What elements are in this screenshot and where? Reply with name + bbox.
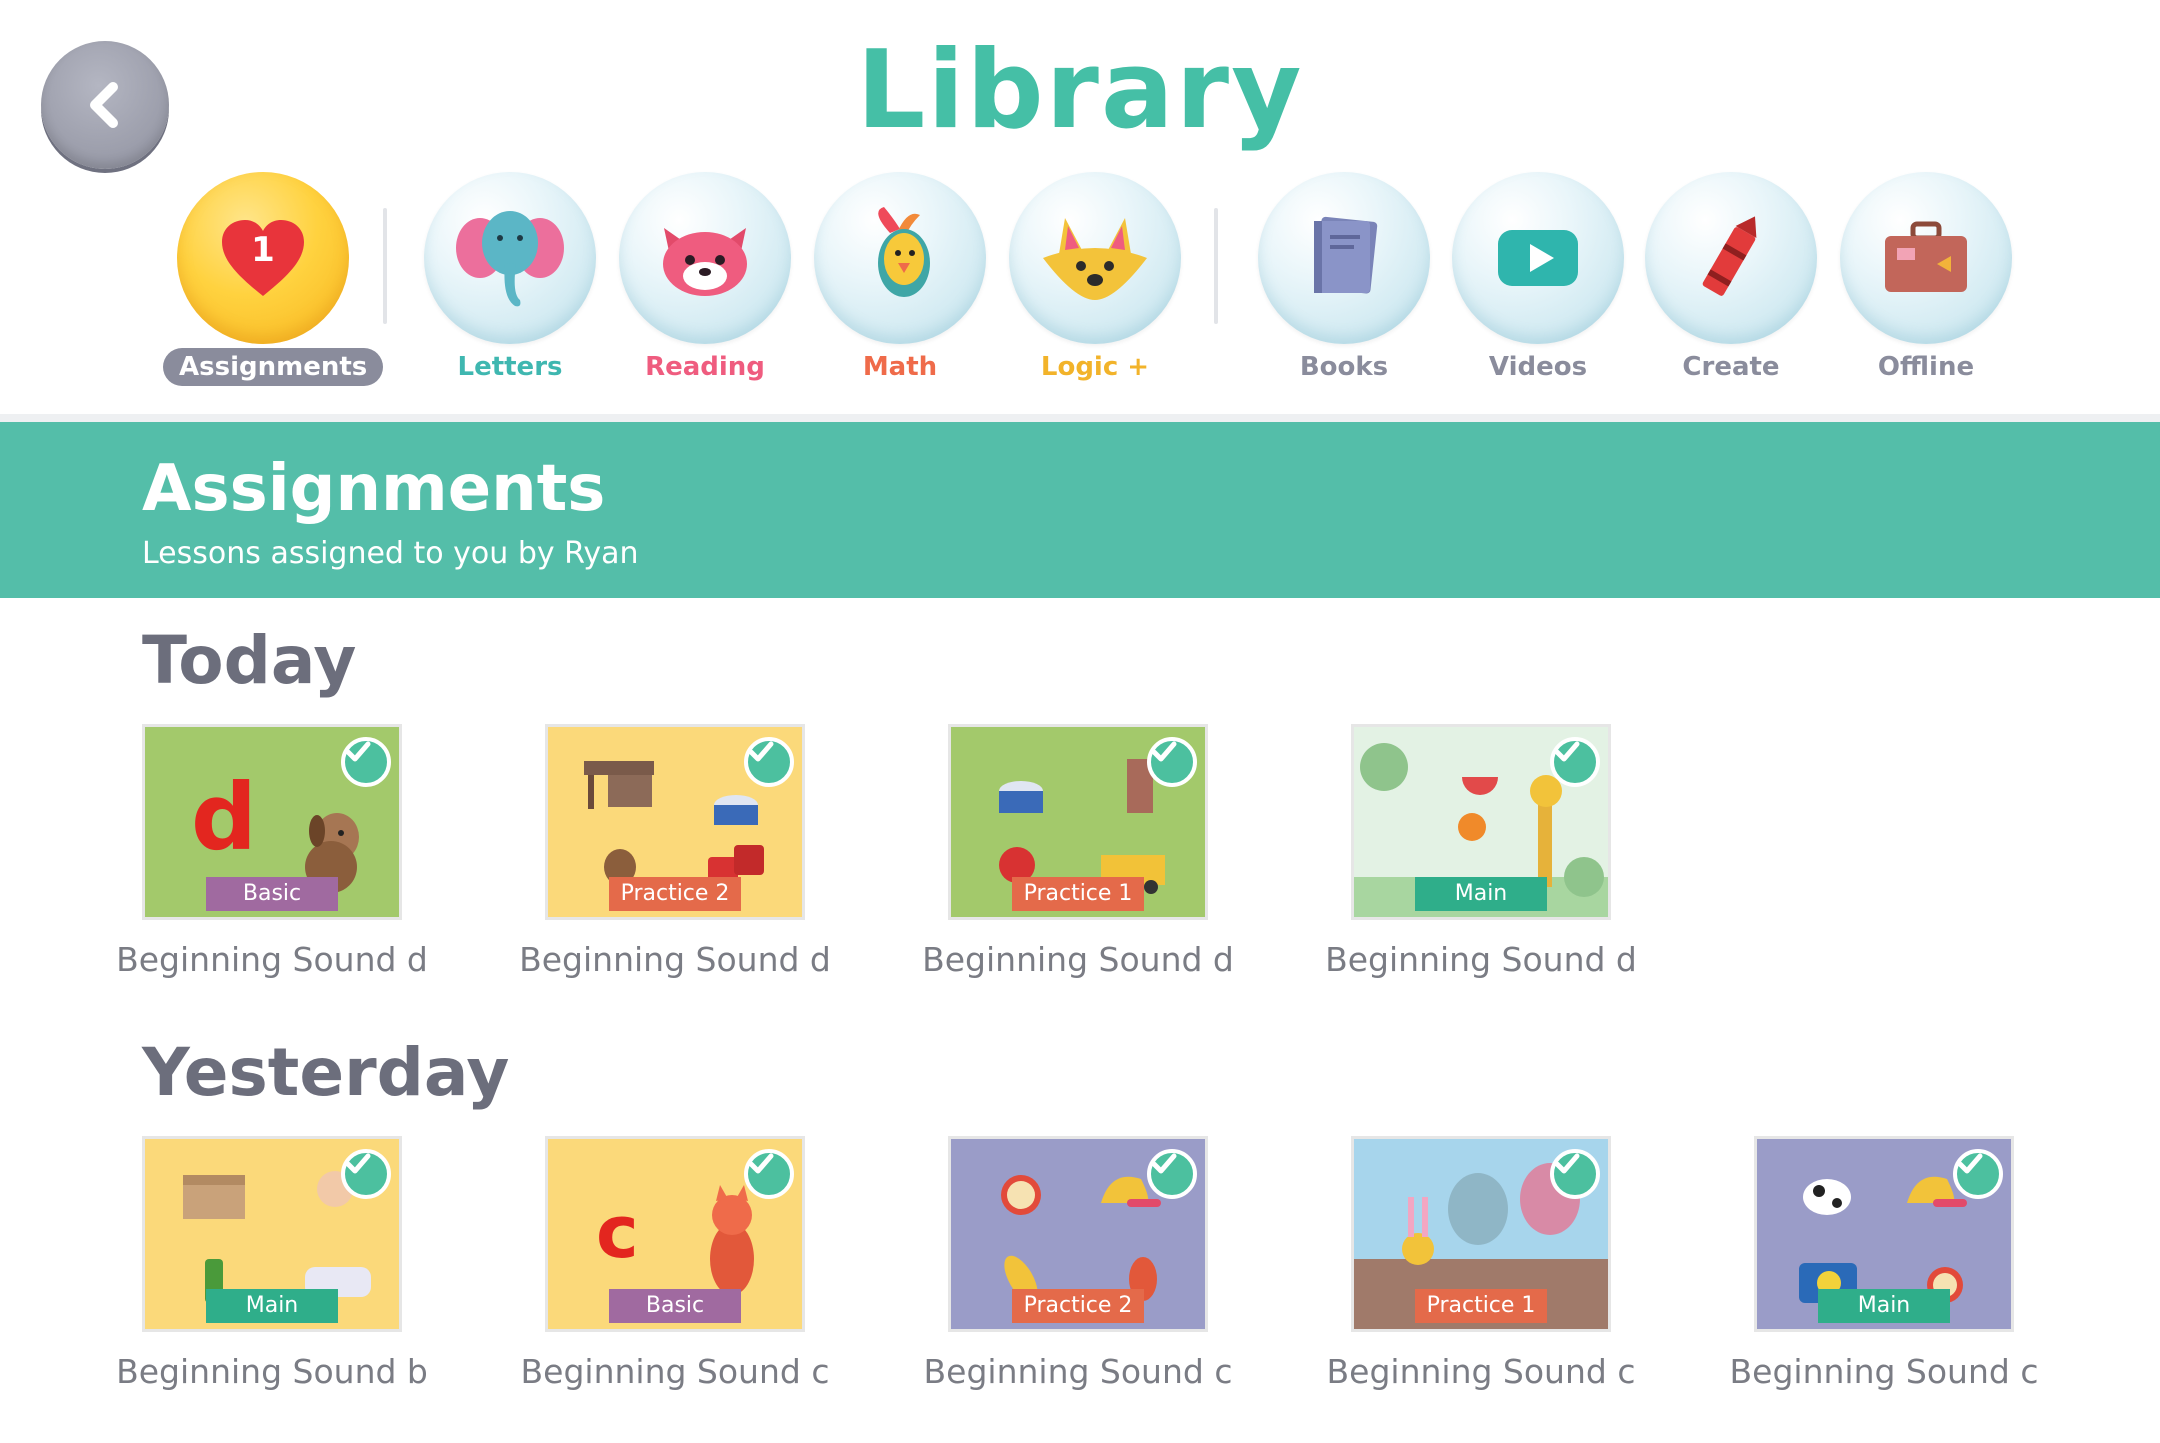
category-offline[interactable]: Offline [1826, 172, 2026, 402]
lesson-tag: Basic [609, 1289, 741, 1323]
red-panda-icon [663, 228, 747, 296]
fox-icon [1043, 218, 1147, 300]
svg-text:c: c [596, 1190, 639, 1274]
banner-title: Assignments [142, 452, 606, 526]
lesson-card[interactable]: Practice 1 [948, 724, 1208, 920]
assignments-banner: Assignments Lessons assigned to you by R… [0, 422, 2160, 598]
page-title: Library [856, 28, 1304, 153]
crayon-icon [1702, 216, 1757, 296]
drum-icon [714, 795, 758, 825]
lesson-title: Beginning Sound d [116, 940, 428, 979]
lesson-card[interactable]: d Basic [142, 724, 402, 920]
cow-icon [1803, 1179, 1851, 1215]
category-divider [383, 208, 387, 324]
bird-icon [878, 207, 930, 297]
lesson-card[interactable]: c Basic [545, 1136, 805, 1332]
orange-icon [1458, 813, 1486, 841]
completed-check-icon [341, 737, 391, 787]
divider [0, 414, 2160, 422]
category-label-letters: Letters [457, 352, 563, 382]
lesson-title: Beginning Sound d [519, 940, 831, 979]
category-label-create: Create [1682, 352, 1780, 382]
category-books[interactable]: Books [1244, 172, 1444, 402]
completed-check-icon [1147, 737, 1197, 787]
play-icon [1498, 230, 1578, 286]
alarm-clock-icon [1001, 1175, 1041, 1215]
lesson-tag: Practice 1 [1012, 877, 1144, 911]
lesson-title: Beginning Sound c [520, 1352, 830, 1391]
category-label-logic: Logic + [1040, 352, 1150, 382]
lesson-title: Beginning Sound d [1325, 940, 1637, 979]
lesson-card[interactable]: Practice 2 [948, 1136, 1208, 1332]
completed-check-icon [341, 1149, 391, 1199]
lesson-tag: Practice 1 [1415, 1289, 1547, 1323]
book-icon [1314, 216, 1378, 294]
lesson-title: Beginning Sound c [923, 1352, 1233, 1391]
lesson-card[interactable]: Main [1754, 1136, 2014, 1332]
completed-check-icon [1147, 1149, 1197, 1199]
elephant-icon [456, 211, 564, 307]
section-title-today: Today [142, 622, 357, 699]
category-assignments[interactable]: 1 Assignments [163, 172, 384, 402]
svg-text:d: d [191, 764, 257, 871]
completed-check-icon [1550, 737, 1600, 787]
lesson-tag: Main [206, 1289, 338, 1323]
category-label-books: Books [1299, 352, 1389, 382]
lesson-title: Beginning Sound b [116, 1352, 428, 1391]
banner-subtitle: Lessons assigned to you by Ryan [142, 536, 639, 571]
category-label-math: Math [862, 352, 938, 382]
lesson-tag: Basic [206, 877, 338, 911]
category-reading[interactable]: Reading [605, 172, 805, 402]
lesson-card[interactable]: Main [1351, 724, 1611, 920]
category-label-assignments: Assignments [163, 348, 384, 386]
lesson-title: Beginning Sound c [1729, 1352, 2039, 1391]
suitcase-icon [1885, 221, 1967, 292]
section-title-yesterday: Yesterday [142, 1034, 510, 1111]
lesson-card[interactable]: Practice 1 [1351, 1136, 1611, 1332]
category-math[interactable]: Math [800, 172, 1000, 402]
lesson-tag: Practice 2 [1012, 1289, 1144, 1323]
completed-check-icon [1953, 1149, 2003, 1199]
box-icon [183, 1175, 245, 1219]
drum-icon [999, 781, 1043, 813]
category-label-reading: Reading [645, 352, 765, 382]
lesson-title: Beginning Sound c [1326, 1352, 1636, 1391]
category-logic[interactable]: Logic + [995, 172, 1195, 402]
assignments-bubble: 1 [177, 172, 349, 344]
lesson-tag: Practice 2 [609, 877, 741, 911]
lesson-card[interactable]: Practice 2 [545, 724, 805, 920]
lesson-tag: Main [1818, 1289, 1950, 1323]
completed-check-icon [744, 737, 794, 787]
category-letters[interactable]: Letters [410, 172, 610, 402]
lesson-tag: Main [1415, 877, 1547, 911]
lesson-title: Beginning Sound d [922, 940, 1234, 979]
category-videos[interactable]: Videos [1438, 172, 1638, 402]
category-label-offline: Offline [1877, 352, 1975, 382]
category-create[interactable]: Create [1631, 172, 1831, 402]
category-label-videos: Videos [1488, 352, 1588, 382]
category-divider [1214, 208, 1218, 324]
completed-check-icon [744, 1149, 794, 1199]
completed-check-icon [1550, 1149, 1600, 1199]
assignment-count-badge: 1 [251, 230, 275, 270]
lesson-card[interactable]: Main [142, 1136, 402, 1332]
